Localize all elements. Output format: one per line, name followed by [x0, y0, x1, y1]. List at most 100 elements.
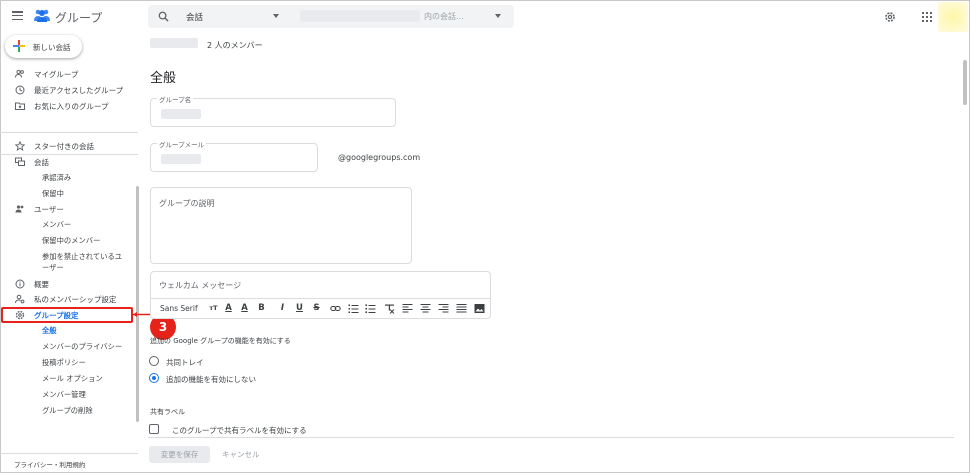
search-scope-select[interactable]: 会話 [186, 11, 203, 23]
person-settings-icon [15, 294, 25, 304]
font-family-select[interactable]: Sans Serif [160, 304, 198, 313]
group-description-field[interactable]: グループの説明 [150, 187, 412, 264]
sidebar-subitem-approved[interactable]: 承認済み [42, 173, 71, 183]
cancel-button[interactable]: キャンセル [222, 446, 260, 463]
align-left-icon[interactable] [402, 303, 413, 314]
footer-divider [148, 437, 954, 438]
people-icon [15, 69, 24, 78]
radio-no-extra-features[interactable] [149, 373, 159, 383]
sidebar-subitem-delete-group[interactable]: グループの削除 [42, 406, 93, 416]
shared-label-checkbox-label[interactable]: このグループで共有ラベルを有効にする [172, 425, 307, 436]
bulleted-list-icon[interactable] [365, 303, 376, 314]
link-icon[interactable] [330, 303, 341, 314]
sidebar-scrollbar[interactable] [136, 186, 139, 422]
sidebar-item-membership-settings[interactable]: 私のメンバーシップ設定 [0, 292, 140, 306]
sidebar-item-label: マイグループ [34, 70, 79, 79]
sidebar-item-recent[interactable]: 最近アクセスしたグループ [0, 83, 140, 97]
justify-icon[interactable] [456, 303, 467, 314]
avatar[interactable] [938, 2, 968, 32]
welcome-message-field[interactable]: ウェルカム メッセージ [150, 271, 491, 299]
new-conversation-button[interactable]: 新しい会話 [5, 35, 82, 58]
member-count[interactable]: 2 人のメンバー [207, 40, 263, 51]
conversation-icon [15, 157, 25, 166]
numbered-list-icon[interactable] [348, 303, 359, 314]
radio-shared-inbox[interactable] [149, 356, 159, 366]
sidebar-divider [0, 132, 138, 133]
sidebar-subitem-pending-members[interactable]: 保留中のメンバー [42, 236, 100, 246]
settings-gear-icon [15, 310, 25, 320]
chevron-down-icon[interactable] [273, 14, 279, 18]
sidebar-item-label: 私のメンバーシップ設定 [34, 295, 117, 304]
folder-star-icon [15, 102, 25, 110]
sidebar-subitem-banned-users[interactable]: 参加を禁止されているユ [42, 252, 122, 262]
search-bar[interactable]: 会話 内の会話... [148, 5, 514, 28]
align-right-icon[interactable] [438, 303, 449, 314]
group-email-label: グループメール [157, 139, 207, 149]
menu-icon[interactable] [12, 11, 23, 21]
sidebar-item-label: 概要 [34, 280, 49, 289]
group-name-field[interactable]: グループ名 [150, 94, 396, 127]
group-email-field[interactable]: グループメール [150, 139, 318, 172]
sidebar-subitem-member-privacy[interactable]: メンバーのプライバシー [42, 342, 122, 352]
search-icon[interactable] [158, 11, 169, 22]
chevron-down-icon[interactable] [495, 14, 501, 18]
align-center-icon[interactable] [420, 303, 431, 314]
sidebar-subitem-banned-users-cont[interactable]: ーザー [42, 263, 64, 273]
text-color-button[interactable]: A [223, 303, 234, 314]
privacy-terms-link[interactable]: プライバシー・利用規約 [14, 459, 85, 469]
welcome-placeholder: ウェルカム メッセージ [159, 281, 242, 290]
email-domain-suffix: @googlegroups.com [338, 153, 421, 162]
radio-label[interactable]: 追加の機能を有効にしない [166, 374, 256, 385]
sidebar-subitem-member-management[interactable]: メンバー管理 [42, 390, 86, 400]
sidebar-item-conversations[interactable]: 会話 [0, 155, 140, 169]
image-icon[interactable] [474, 303, 485, 314]
group-name-blurred [150, 38, 198, 48]
bold-button[interactable]: B [256, 303, 267, 314]
search-group-blurred [300, 10, 420, 22]
italic-button[interactable]: I [277, 303, 288, 314]
window-frame [0, 0, 970, 473]
sidebar-item-group-settings[interactable]: グループ設定 [34, 310, 79, 321]
apps-grid-icon[interactable] [922, 12, 932, 22]
info-icon [15, 279, 25, 289]
group-name-label: グループ名 [157, 94, 194, 104]
sidebar-subitem-pending[interactable]: 保留中 [42, 189, 64, 199]
clear-formatting-icon[interactable] [384, 303, 395, 314]
top-bar: グループ 会話 内の会話... [0, 0, 970, 34]
sidebar-item-label: ユーザー [34, 205, 64, 214]
settings-gear-icon[interactable] [884, 11, 896, 23]
font-size-button[interactable]: ᴛT [208, 303, 219, 314]
sidebar-item-starred[interactable]: スター付きの会話 [0, 139, 140, 153]
sidebar-item-label: 会話 [34, 158, 49, 167]
strikethrough-button[interactable]: S [311, 303, 322, 314]
new-conversation-label: 新しい会話 [33, 43, 71, 52]
sidebar-item-overview[interactable]: 概要 [0, 277, 140, 291]
sidebar-item-my-groups[interactable]: マイグループ [0, 67, 140, 81]
search-input[interactable]: 内の会話... [424, 11, 464, 22]
plus-icon [13, 40, 25, 52]
sidebar-subitem-members[interactable]: メンバー [42, 220, 71, 230]
sidebar-subitem-email-options[interactable]: メール オプション [42, 374, 103, 384]
highlight-color-button[interactable]: A [239, 303, 250, 314]
sidebar-subitem-posting-policy[interactable]: 投稿ポリシー [42, 358, 86, 368]
description-placeholder: グループの説明 [159, 199, 215, 208]
sidebar-item-label: お気に入りのグループ [34, 102, 109, 111]
main-scrollbar[interactable] [963, 60, 967, 105]
sidebar-item-label: 最近アクセスしたグループ [34, 86, 124, 95]
sidebar-item-favorites[interactable]: お気に入りのグループ [0, 99, 140, 113]
underline-button[interactable]: U [294, 303, 305, 314]
sidebar-divider [0, 453, 138, 454]
save-changes-button[interactable]: 変更を保存 [149, 446, 210, 463]
star-icon [15, 141, 25, 151]
sidebar-subitem-general[interactable]: 全般 [42, 326, 57, 336]
group-name-value-blurred [161, 109, 201, 119]
clock-icon [15, 85, 25, 95]
sidebar-item-label: スター付きの会話 [34, 142, 94, 151]
groups-logo-icon[interactable] [33, 8, 51, 22]
enable-features-heading: 追加の Google グループの機能を有効にする [150, 337, 291, 345]
shared-label-heading: 共有ラベル [150, 408, 185, 416]
shared-label-checkbox[interactable] [149, 424, 159, 434]
sidebar-item-users[interactable]: ユーザー [0, 202, 140, 216]
app-title[interactable]: グループ [55, 9, 102, 26]
radio-label[interactable]: 共同トレイ [166, 357, 204, 368]
